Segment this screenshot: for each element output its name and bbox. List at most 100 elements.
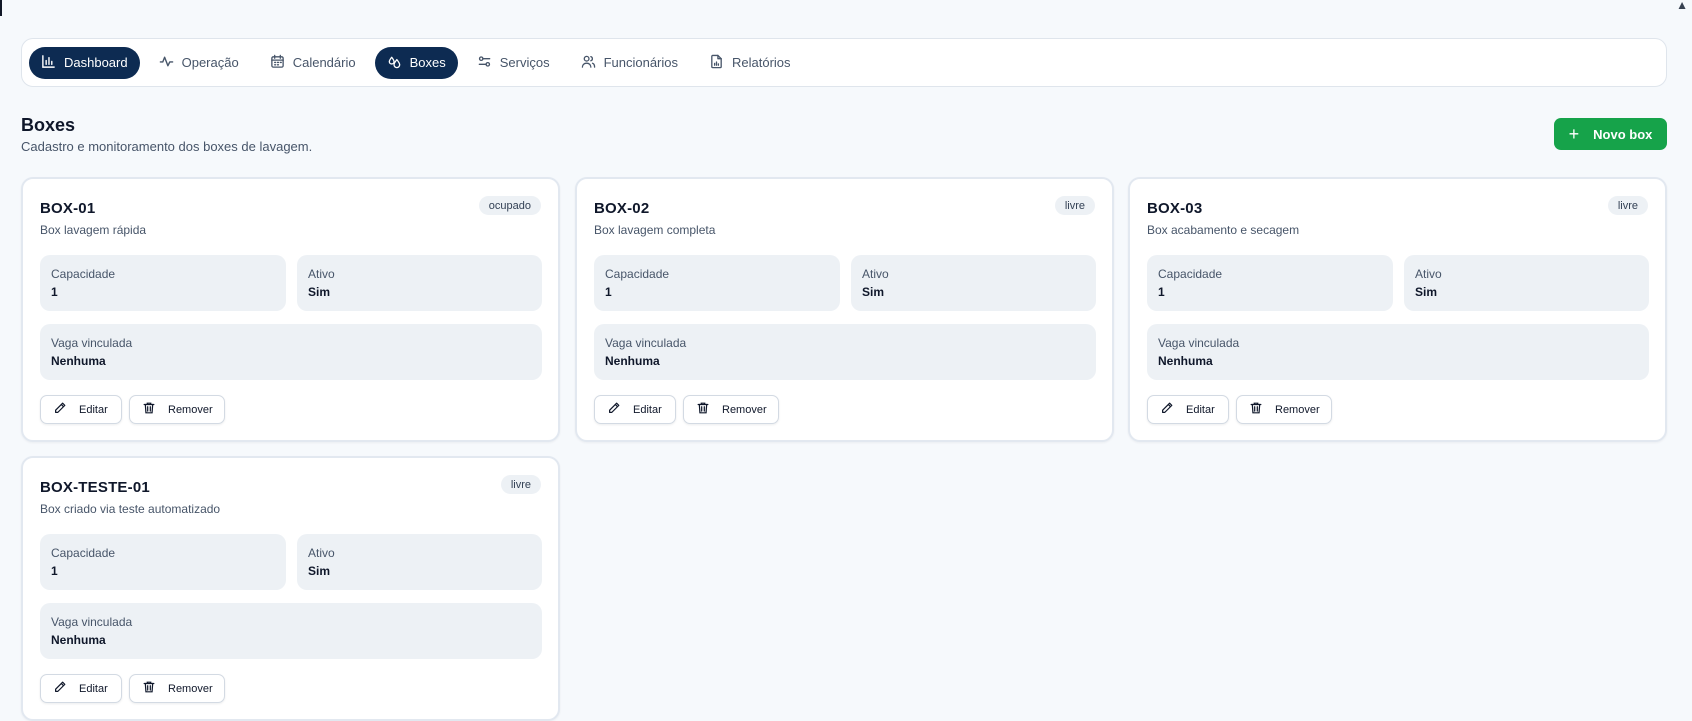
linked-spot-label: Vaga vinculada <box>51 336 133 350</box>
activity-icon <box>159 54 174 72</box>
box-card: BOX-03 Box acabamento e secagem livre Ca… <box>1128 177 1667 442</box>
trash-icon <box>142 680 156 697</box>
users-icon <box>581 54 596 72</box>
linked-spot-label: Vaga vinculada <box>1158 336 1240 350</box>
nav-item-servicos[interactable]: Serviços <box>465 47 562 79</box>
edit-label: Editar <box>79 682 108 695</box>
linked-spot-field: Vaga vinculada Nenhuma <box>40 324 542 380</box>
box-card: BOX-02 Box lavagem completa livre Capaci… <box>575 177 1114 442</box>
page-subtitle: Cadastro e monitoramento dos boxes de la… <box>21 139 313 154</box>
active-label: Ativo <box>308 546 335 560</box>
capacity-label: Capacidade <box>1158 267 1223 281</box>
status-badge: livre <box>500 475 541 494</box>
nav-item-calendario[interactable]: Calendário <box>258 47 368 79</box>
linked-spot-label: Vaga vinculada <box>605 336 687 350</box>
linked-spot-value: Nenhuma <box>51 633 106 647</box>
new-box-button[interactable]: + Novo box <box>1554 118 1667 150</box>
nav-item-label: Funcionários <box>603 55 679 70</box>
status-badge: livre <box>1607 196 1648 215</box>
box-name: BOX-TESTE-01 <box>40 479 150 496</box>
top-navigation: Dashboard Operação Calendário Boxes Serv… <box>21 38 1667 87</box>
linked-spot-value: Nenhuma <box>605 354 660 368</box>
box-card: BOX-01 Box lavagem rápida ocupado Capaci… <box>21 177 560 442</box>
box-name: BOX-01 <box>40 200 96 217</box>
remove-button[interactable]: Remover <box>129 674 225 703</box>
capacity-field: Capacidade 1 <box>594 255 840 311</box>
edit-label: Editar <box>1186 403 1215 416</box>
box-name: BOX-03 <box>1147 200 1203 217</box>
capacity-label: Capacidade <box>51 546 116 560</box>
box-card: BOX-TESTE-01 Box criado via teste automa… <box>21 456 560 721</box>
linked-spot-label: Vaga vinculada <box>51 615 133 629</box>
box-name: BOX-02 <box>594 200 650 217</box>
pencil-icon <box>607 401 621 418</box>
trash-icon <box>142 401 156 418</box>
pencil-icon <box>1160 401 1174 418</box>
nav-item-label: Dashboard <box>64 55 128 70</box>
box-description: Box lavagem completa <box>594 223 716 237</box>
active-value: Sim <box>308 564 331 578</box>
capacity-label: Capacidade <box>51 267 116 281</box>
capacity-value: 1 <box>605 285 612 299</box>
active-field: Ativo Sim <box>297 255 542 311</box>
capacity-field: Capacidade 1 <box>40 534 286 590</box>
trash-icon <box>1249 401 1263 418</box>
nav-item-label: Serviços <box>499 55 550 70</box>
remove-button[interactable]: Remover <box>1236 395 1332 424</box>
linked-spot-field: Vaga vinculada Nenhuma <box>1147 324 1649 380</box>
trash-icon <box>696 401 710 418</box>
calendar-icon <box>270 54 285 72</box>
box-description: Box lavagem rápida <box>40 223 147 237</box>
edit-label: Editar <box>79 403 108 416</box>
remove-label: Remover <box>1275 403 1320 416</box>
status-badge: livre <box>1054 196 1095 215</box>
scroll-up-icon[interactable]: ▲ <box>1676 0 1688 12</box>
active-value: Sim <box>862 285 885 299</box>
edit-label: Editar <box>633 403 662 416</box>
edit-button[interactable]: Editar <box>1147 395 1229 424</box>
nav-item-boxes[interactable]: Boxes <box>374 46 458 79</box>
nav-item-operacao[interactable]: Operação <box>147 47 251 79</box>
linked-spot-field: Vaga vinculada Nenhuma <box>594 324 1096 380</box>
edit-button[interactable]: Editar <box>40 674 122 703</box>
linked-spot-value: Nenhuma <box>1158 354 1213 368</box>
nav-item-funcionarios[interactable]: Funcionários <box>569 47 690 79</box>
active-value: Sim <box>308 285 331 299</box>
remove-label: Remover <box>168 682 213 695</box>
edit-button[interactable]: Editar <box>594 395 676 424</box>
active-label: Ativo <box>1415 267 1442 281</box>
active-field: Ativo Sim <box>297 534 542 590</box>
edit-button[interactable]: Editar <box>40 395 122 424</box>
active-label: Ativo <box>308 267 335 281</box>
capacity-value: 1 <box>51 564 58 578</box>
box-description: Box acabamento e secagem <box>1147 223 1300 237</box>
sliders-icon <box>477 54 492 72</box>
box-description: Box criado via teste automatizado <box>40 502 221 516</box>
new-box-label: Novo box <box>1593 126 1653 142</box>
nav-item-relatorios[interactable]: Relatórios <box>697 47 803 79</box>
droplets-icon <box>387 54 402 72</box>
nav-item-label: Operação <box>181 55 239 70</box>
plus-icon: + <box>1568 124 1580 144</box>
page-title: Boxes <box>21 115 76 135</box>
remove-button[interactable]: Remover <box>129 395 225 424</box>
capacity-value: 1 <box>1158 285 1165 299</box>
active-field: Ativo Sim <box>851 255 1096 311</box>
file-chart-icon <box>709 54 724 72</box>
remove-button[interactable]: Remover <box>683 395 779 424</box>
nav-item-dashboard[interactable]: Dashboard <box>29 46 140 79</box>
capacity-field: Capacidade 1 <box>40 255 286 311</box>
pencil-icon <box>53 401 67 418</box>
nav-item-label: Calendário <box>292 55 356 70</box>
active-value: Sim <box>1415 285 1438 299</box>
active-field: Ativo Sim <box>1404 255 1649 311</box>
capacity-label: Capacidade <box>605 267 670 281</box>
capacity-value: 1 <box>51 285 58 299</box>
nav-item-label: Boxes <box>409 55 446 70</box>
active-label: Ativo <box>862 267 889 281</box>
pencil-icon <box>53 680 67 697</box>
status-badge: ocupado <box>478 196 541 215</box>
linked-spot-value: Nenhuma <box>51 354 106 368</box>
capacity-field: Capacidade 1 <box>1147 255 1393 311</box>
text-cursor <box>0 0 2 16</box>
